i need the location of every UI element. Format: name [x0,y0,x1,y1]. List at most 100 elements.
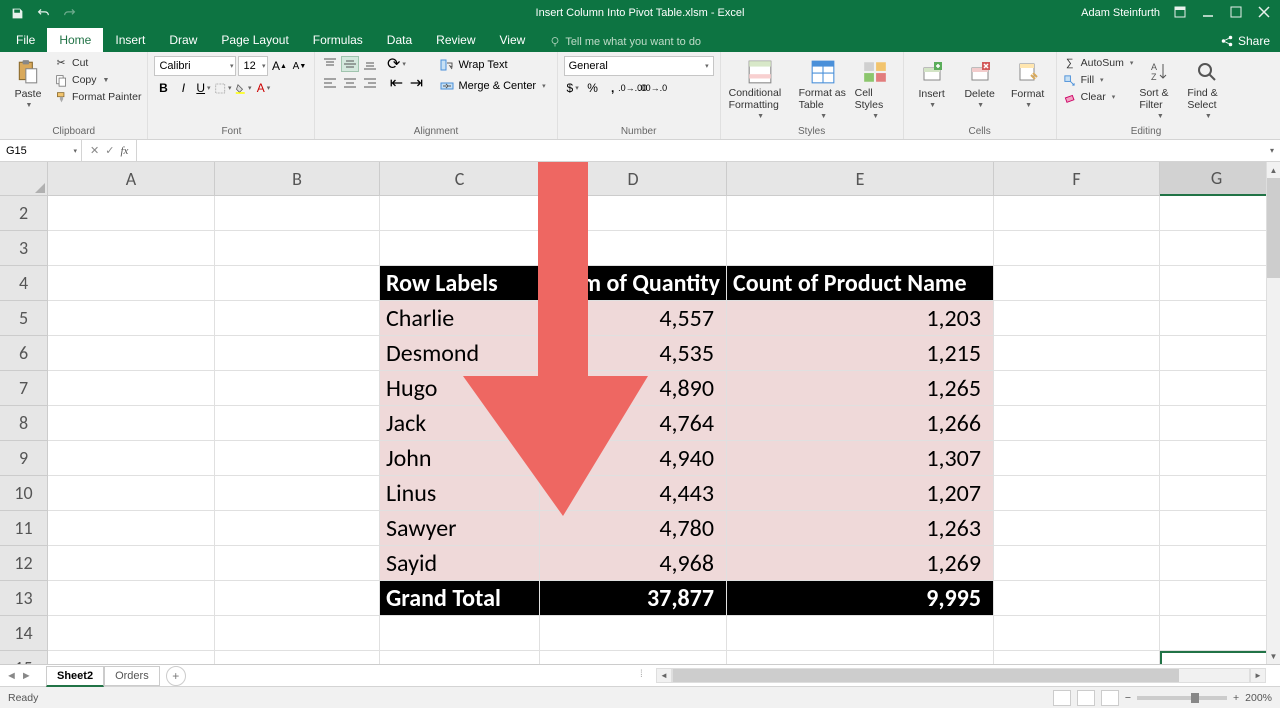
cell-G13[interactable] [1160,581,1274,616]
cell-F4[interactable] [994,266,1160,301]
tab-view[interactable]: View [488,28,538,52]
cell-D14[interactable] [540,616,727,651]
vscroll-thumb[interactable] [1267,178,1280,278]
cell-F14[interactable] [994,616,1160,651]
normal-view-button[interactable] [1053,690,1071,706]
underline-button[interactable]: U▾ [194,79,212,97]
minimize-icon[interactable] [1202,6,1216,20]
cell-A15[interactable] [48,651,215,664]
name-box[interactable]: G15▾ [0,140,82,161]
cell-E10[interactable]: 1,207 [727,476,994,511]
sort-filter-button[interactable]: AZSort & Filter▼ [1137,56,1181,122]
col-header-e[interactable]: E [727,162,994,196]
cut-button[interactable]: ✂Cut [54,56,141,70]
cell-E2[interactable] [727,196,994,231]
accounting-button[interactable]: $▾ [564,79,582,97]
save-icon[interactable] [10,6,24,20]
row-header-3[interactable]: 3 [0,231,48,266]
sheet-next-icon[interactable]: ► [21,670,32,682]
cell-E3[interactable] [727,231,994,266]
cell-F12[interactable] [994,546,1160,581]
cell-F15[interactable] [994,651,1160,664]
row-header-15[interactable]: 15 [0,651,48,664]
cell-G2[interactable] [1160,196,1274,231]
cell-E11[interactable]: 1,263 [727,511,994,546]
cell-F8[interactable] [994,406,1160,441]
row-header-11[interactable]: 11 [0,511,48,546]
cell-D3[interactable] [540,231,727,266]
delete-cells-button[interactable]: Delete▼ [958,56,1002,111]
decrease-indent-button[interactable]: ⇤ [387,75,405,91]
cell-G5[interactable] [1160,301,1274,336]
enter-icon[interactable]: ✓ [105,144,114,157]
cell-B13[interactable] [215,581,380,616]
sheet-prev-icon[interactable]: ◄ [6,670,17,682]
cell-E7[interactable]: 1,265 [727,371,994,406]
cell-G14[interactable] [1160,616,1274,651]
cell-C4[interactable]: Row Labels [380,266,540,301]
align-left-button[interactable] [321,75,339,91]
cell-styles-button[interactable]: Cell Styles▼ [853,56,897,122]
cell-D9[interactable]: 4,940 [540,441,727,476]
zoom-level[interactable]: 200% [1245,692,1272,704]
col-header-g[interactable]: G [1160,162,1274,196]
tab-page-layout[interactable]: Page Layout [209,28,300,52]
cell-C13[interactable]: Grand Total [380,581,540,616]
wrap-text-button[interactable]: Wrap Text [435,56,550,74]
bold-button[interactable]: B [154,79,172,97]
cell-G6[interactable] [1160,336,1274,371]
tab-data[interactable]: Data [375,28,424,52]
cell-C14[interactable] [380,616,540,651]
italic-button[interactable]: I [174,79,192,97]
cell-E4[interactable]: Count of Product Name [727,266,994,301]
copy-button[interactable]: Copy▼ [54,73,141,87]
cell-B10[interactable] [215,476,380,511]
cell-G7[interactable] [1160,371,1274,406]
clear-button[interactable]: Clear▾ [1063,90,1134,104]
cell-C8[interactable]: Jack [380,406,540,441]
conditional-formatting-button[interactable]: Conditional Formatting▼ [727,56,793,122]
cell-D13[interactable]: 37,877 [540,581,727,616]
cell-F2[interactable] [994,196,1160,231]
cell-D7[interactable]: 4,890 [540,371,727,406]
align-right-button[interactable] [361,75,379,91]
increase-indent-button[interactable]: ⇥ [407,75,425,91]
add-sheet-button[interactable]: + [166,666,186,686]
cell-G8[interactable] [1160,406,1274,441]
cell-C3[interactable] [380,231,540,266]
cell-F13[interactable] [994,581,1160,616]
cell-E13[interactable]: 9,995 [727,581,994,616]
cell-G3[interactable] [1160,231,1274,266]
cell-C5[interactable]: Charlie [380,301,540,336]
tab-draw[interactable]: Draw [157,28,209,52]
ribbon-display-icon[interactable] [1174,6,1188,20]
cell-C11[interactable]: Sawyer [380,511,540,546]
cell-B7[interactable] [215,371,380,406]
formula-input[interactable] [137,140,1270,161]
page-layout-view-button[interactable] [1077,690,1095,706]
tab-file[interactable]: File [4,28,47,52]
cell-C10[interactable]: Linus [380,476,540,511]
cell-G15[interactable] [1160,651,1274,664]
cell-A11[interactable] [48,511,215,546]
cell-F10[interactable] [994,476,1160,511]
row-header-4[interactable]: 4 [0,266,48,301]
cell-G9[interactable] [1160,441,1274,476]
cell-B14[interactable] [215,616,380,651]
tab-review[interactable]: Review [424,28,487,52]
tab-formulas[interactable]: Formulas [301,28,375,52]
expand-formula-icon[interactable]: ▾ [1270,146,1280,155]
autosum-button[interactable]: ∑AutoSum▾ [1063,56,1134,70]
cell-B4[interactable] [215,266,380,301]
cell-F5[interactable] [994,301,1160,336]
borders-button[interactable]: ▾ [214,79,232,97]
cell-D12[interactable]: 4,968 [540,546,727,581]
row-header-14[interactable]: 14 [0,616,48,651]
row-header-2[interactable]: 2 [0,196,48,231]
scroll-up-icon[interactable]: ▲ [1267,162,1280,178]
cell-D15[interactable] [540,651,727,664]
col-header-f[interactable]: F [994,162,1160,196]
row-header-9[interactable]: 9 [0,441,48,476]
row-header-7[interactable]: 7 [0,371,48,406]
decrease-font-button[interactable]: A▼ [290,57,308,75]
